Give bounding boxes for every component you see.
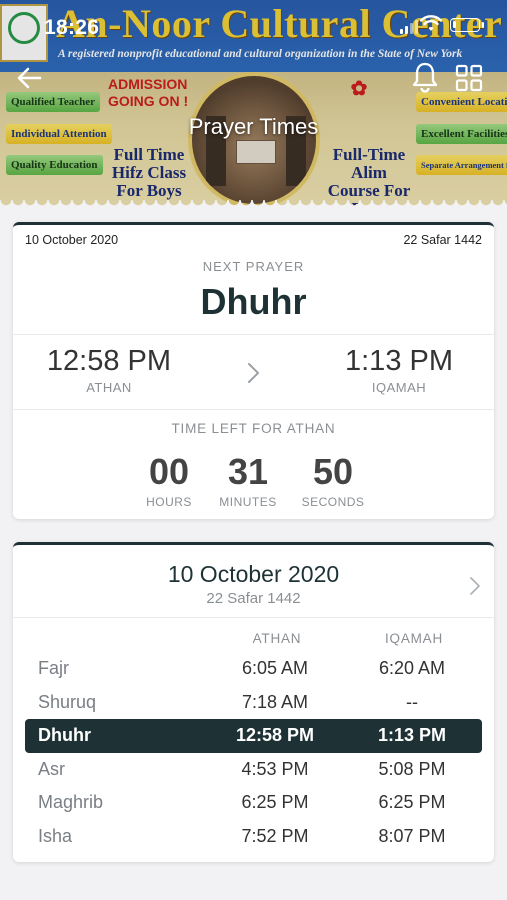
prayer-iqamah: 5:08 PM: [378, 758, 446, 779]
schedule-date: 10 October 2020: [167, 561, 340, 587]
prayer-row-asr: Asr 4:53 PM 5:08 PM: [25, 753, 482, 787]
athan-time-block: 12:58 PM ATHAN: [29, 345, 189, 395]
prayer-athan: 4:53 PM: [241, 758, 309, 779]
athan-label: ATHAN: [86, 380, 132, 395]
banner-edge-divider: [0, 200, 507, 212]
chevron-right-icon: [248, 363, 259, 383]
prayer-row-dhuhr: Dhuhr 12:58 PM 1:13 PM: [25, 719, 482, 753]
countdown-hours: 00 HOURS: [129, 451, 209, 509]
next-prayer-card: 10 October 2020 22 Safar 1442 NEXT PRAYE…: [13, 222, 494, 519]
schedule-hijri-date: 22 Safar 1442: [206, 590, 301, 607]
iqamah-label: IQAMAH: [371, 380, 427, 395]
iqamah-column-header: IQAMAH: [384, 631, 444, 646]
wifi-icon: [420, 15, 442, 31]
prayer-iqamah: 1:13 PM: [377, 725, 447, 745]
prayer-row-shuruq: Shuruq 7:18 AM --: [25, 686, 482, 720]
prayer-iqamah: 8:07 PM: [378, 825, 446, 846]
time-left-label: TIME LEFT FOR ATHAN: [171, 421, 336, 436]
prayer-row-maghrib: Maghrib 6:25 PM 6:25 PM: [25, 786, 482, 820]
status-time: 18:26: [44, 16, 100, 39]
divider: [13, 409, 494, 410]
prayer-athan: 7:18 AM: [241, 691, 309, 712]
athan-time: 12:58 PM: [46, 345, 172, 377]
prayer-athan: 12:58 PM: [235, 725, 315, 745]
prayer-name: Fajr: [38, 658, 69, 678]
battery-icon: [450, 18, 484, 32]
athan-column-header: ATHAN: [252, 631, 302, 646]
countdown-seconds-label: SECONDS: [301, 495, 365, 509]
hijri-date: 22 Safar 1442: [403, 233, 482, 247]
countdown-minutes-label: MINUTES: [219, 495, 277, 509]
signal-icon: [400, 18, 418, 34]
iqamah-time-block: 1:13 PM IQAMAH: [319, 345, 479, 395]
prayer-iqamah: --: [406, 691, 418, 712]
prayer-athan: 7:52 PM: [241, 825, 309, 846]
divider: [13, 617, 494, 618]
back-arrow-icon[interactable]: [14, 62, 46, 94]
prayer-row-fajr: Fajr 6:05 AM 6:20 AM: [25, 652, 482, 686]
gregorian-date: 10 October 2020: [25, 233, 119, 247]
countdown-hours-value: 00: [148, 451, 190, 492]
next-prayer-name: Dhuhr: [200, 281, 307, 322]
bell-icon[interactable]: [410, 60, 440, 94]
prayer-name: Shuruq: [38, 691, 97, 712]
prayer-name: Asr: [38, 758, 65, 779]
prayer-iqamah: 6:20 AM: [378, 658, 446, 678]
prayer-athan: 6:05 AM: [241, 658, 309, 678]
next-day-chevron-icon[interactable]: [467, 575, 483, 597]
prayer-name: Dhuhr: [38, 725, 91, 745]
grid-menu-icon[interactable]: [455, 64, 483, 92]
divider: [13, 334, 494, 335]
countdown-hours-label: HOURS: [146, 495, 192, 509]
countdown-minutes: 31 MINUTES: [208, 451, 288, 509]
countdown-minutes-value: 31: [227, 451, 269, 492]
prayer-name: Maghrib: [38, 792, 104, 812]
countdown-seconds-value: 50: [312, 451, 354, 492]
prayer-athan: 6:25 PM: [241, 792, 309, 812]
prayer-name: Isha: [38, 825, 73, 846]
prayer-row-isha: Isha 7:52 PM 8:07 PM: [25, 820, 482, 854]
prayer-times-table: Fajr 6:05 AM 6:20 AM Shuruq 7:18 AM -- D…: [25, 652, 482, 853]
day-schedule-card: 10 October 2020 22 Safar 1442 ATHAN IQAM…: [13, 542, 494, 862]
iqamah-time: 1:13 PM: [345, 345, 453, 377]
prayer-iqamah: 6:25 PM: [378, 792, 446, 812]
page-title: Prayer Times: [188, 114, 319, 139]
next-prayer-label: NEXT PRAYER: [202, 259, 305, 274]
countdown-seconds: 50 SECONDS: [293, 451, 373, 509]
